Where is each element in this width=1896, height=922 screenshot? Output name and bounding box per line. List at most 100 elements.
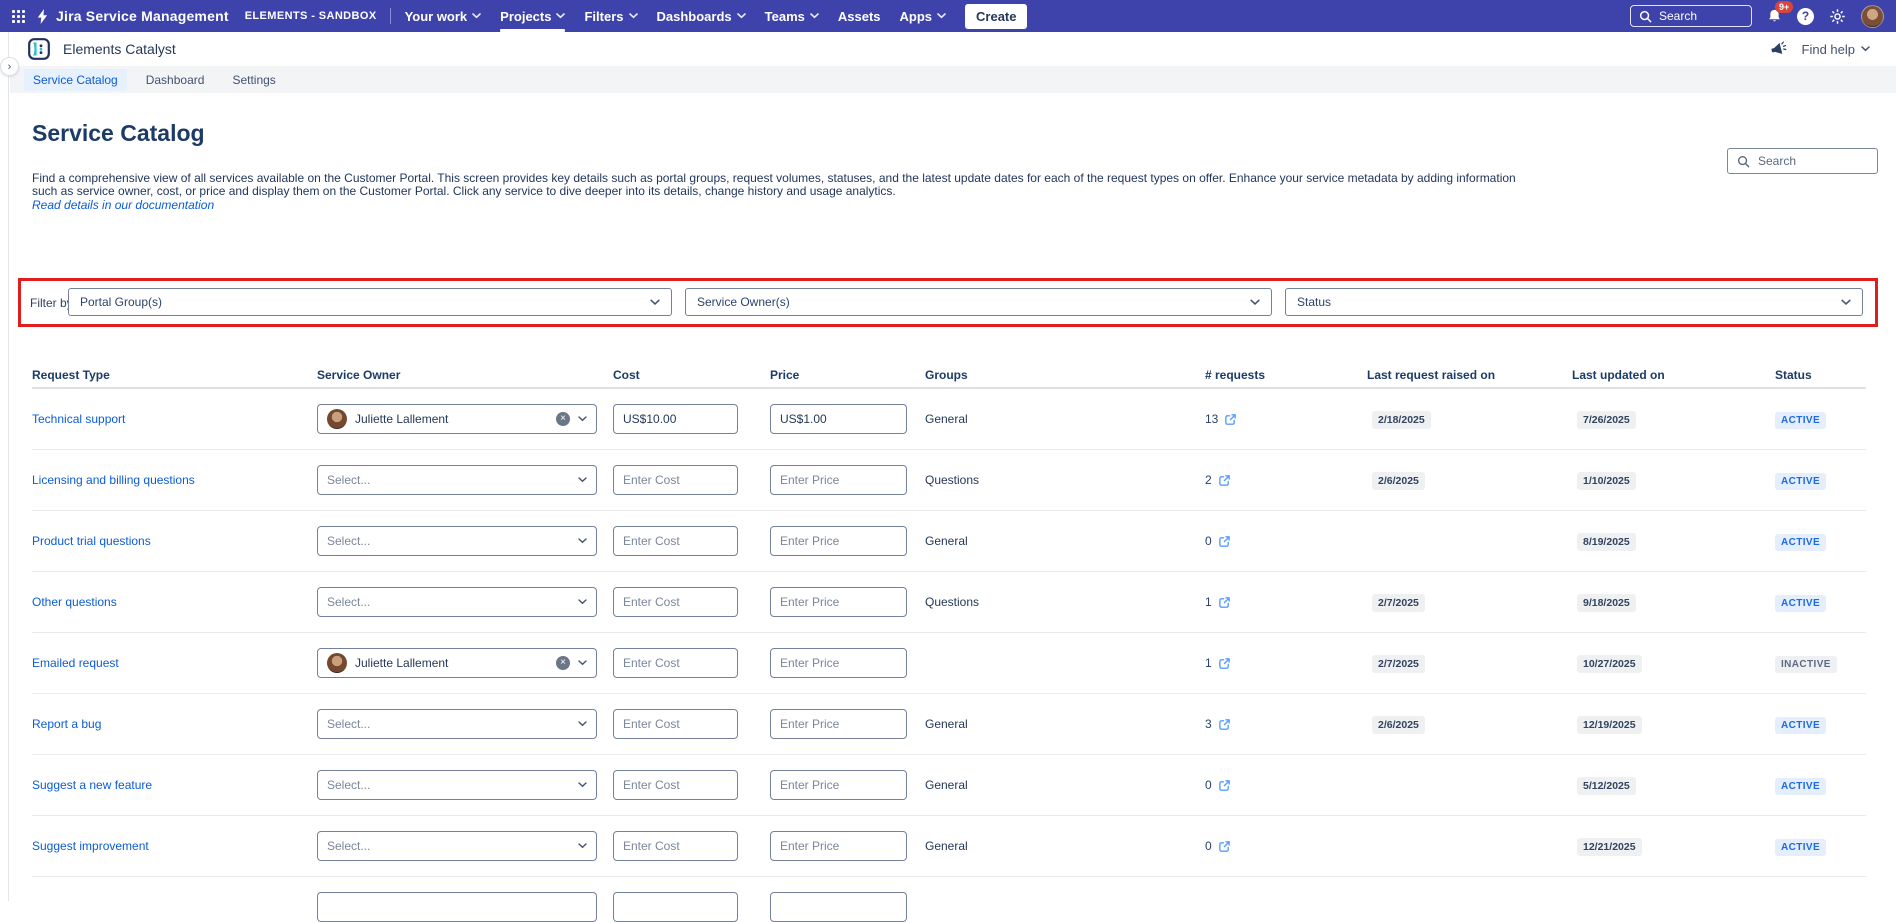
cost-input[interactable]: Enter Cost [613, 709, 738, 739]
global-search-input[interactable]: Search [1630, 5, 1752, 27]
nav-item-assets[interactable]: Assets [838, 0, 881, 32]
cost-input[interactable]: Enter Cost [613, 526, 738, 556]
requests-count: 13 [1205, 412, 1219, 426]
price-input[interactable]: Enter Price [770, 770, 907, 800]
external-link-icon[interactable] [1218, 840, 1231, 853]
app-switcher-icon[interactable] [12, 9, 25, 23]
tab-settings[interactable]: Settings [223, 69, 284, 91]
notifications-button[interactable]: 9+ [1767, 1, 1794, 24]
external-link-icon[interactable] [1218, 535, 1231, 548]
cost-input[interactable]: Enter Cost [613, 648, 738, 678]
requests-count: 1 [1205, 656, 1212, 670]
catalog-search-placeholder: Search [1758, 154, 1797, 168]
status-filter-select[interactable]: Status [1285, 288, 1863, 316]
nav-item-label: Projects [500, 8, 552, 24]
request-type-link[interactable]: Other questions [32, 595, 117, 609]
chevron-down-icon [578, 599, 587, 605]
create-button[interactable]: Create [965, 3, 1028, 29]
external-link-icon[interactable] [1218, 779, 1231, 792]
request-type-link[interactable]: Product trial questions [32, 534, 151, 548]
service-owner-select[interactable]: Select... [317, 709, 597, 739]
column-header: Groups [925, 368, 968, 382]
service-owner-select[interactable]: Select... [317, 770, 597, 800]
nav-item-apps[interactable]: Apps [900, 0, 947, 32]
nav-item-label: Filters [584, 8, 624, 24]
last-request-date: 2/6/2025 [1372, 471, 1425, 490]
portal-groups-filter-select[interactable]: Portal Group(s) [68, 288, 672, 316]
service-owner-select[interactable]: Select... [317, 526, 597, 556]
documentation-link[interactable]: Read details in our documentation [32, 198, 214, 212]
elements-catalyst-logo-icon [28, 38, 50, 60]
expand-sidebar-button[interactable]: › [0, 57, 19, 76]
request-type-link[interactable]: Technical support [32, 412, 125, 426]
column-header: Service Owner [317, 368, 401, 382]
external-link-icon[interactable] [1218, 657, 1231, 670]
price-input[interactable]: Enter Price [770, 526, 907, 556]
status-badge: ACTIVE [1775, 472, 1827, 490]
nav-item-label: Teams [764, 8, 805, 24]
nav-item-label: Assets [837, 8, 881, 24]
cost-input[interactable]: Enter Cost [613, 587, 738, 617]
service-owner-select[interactable] [317, 892, 597, 922]
service-owner-select[interactable]: Select... [317, 587, 597, 617]
notification-badge: 9+ [1775, 1, 1794, 13]
cost-input[interactable]: Enter Cost [613, 770, 738, 800]
clear-icon[interactable]: × [556, 656, 570, 670]
nav-item-label: Dashboards [656, 8, 732, 24]
nav-item-teams[interactable]: Teams [765, 0, 819, 32]
cost-input[interactable]: Enter Cost [613, 465, 738, 495]
column-header: Last updated on [1572, 368, 1665, 382]
request-type-link[interactable]: Report a bug [32, 717, 101, 731]
external-link-icon[interactable] [1218, 718, 1231, 731]
groups-cell: Questions [925, 473, 980, 487]
price-input[interactable]: US$1.00 [770, 404, 907, 434]
external-link-icon[interactable] [1218, 596, 1231, 609]
service-owner-select[interactable]: Select... [317, 465, 597, 495]
column-header: Price [770, 368, 800, 382]
last-request-date: 2/7/2025 [1372, 593, 1425, 612]
table-row: Technical support Juliette Lallement × U… [32, 389, 1866, 450]
nav-item-label: Your work [404, 8, 468, 24]
jira-logo-icon [35, 8, 50, 25]
cost-input[interactable] [613, 892, 738, 922]
owner-avatar [327, 409, 347, 429]
catalog-search-input[interactable]: Search [1727, 148, 1878, 174]
description-line-1: Find a comprehensive view of all service… [32, 171, 1516, 185]
cost-input[interactable]: US$10.00 [613, 404, 738, 434]
gear-icon[interactable] [1829, 8, 1846, 25]
user-avatar[interactable] [1861, 4, 1884, 28]
owner-name: Select... [327, 534, 371, 548]
help-icon[interactable]: ? [1797, 7, 1814, 25]
external-link-icon[interactable] [1218, 474, 1231, 487]
tab-service-catalog[interactable]: Service Catalog [24, 68, 127, 91]
megaphone-icon[interactable] [1770, 41, 1788, 57]
cost-input[interactable]: Enter Cost [613, 831, 738, 861]
chevron-down-icon [1841, 299, 1851, 306]
request-type-link[interactable]: Suggest a new feature [32, 778, 152, 792]
price-input[interactable] [770, 892, 907, 922]
price-input[interactable]: Enter Price [770, 648, 907, 678]
service-owner-select[interactable]: Juliette Lallement × [317, 404, 597, 434]
owner-name: Select... [327, 839, 371, 853]
last-request-date: 2/18/2025 [1372, 410, 1431, 429]
service-owner-select[interactable]: Juliette Lallement × [317, 648, 597, 678]
nav-item-dashboards[interactable]: Dashboards [657, 0, 746, 32]
nav-item-your-work[interactable]: Your work [405, 0, 482, 32]
price-input[interactable]: Enter Price [770, 831, 907, 861]
price-input[interactable]: Enter Price [770, 709, 907, 739]
price-input[interactable]: Enter Price [770, 465, 907, 495]
nav-item-projects[interactable]: Projects [500, 0, 566, 32]
request-type-link[interactable]: Licensing and billing questions [32, 473, 195, 487]
service-owners-filter-select[interactable]: Service Owner(s) [685, 288, 1272, 316]
product-name[interactable]: Jira Service Management [56, 8, 229, 24]
external-link-icon[interactable] [1224, 413, 1237, 426]
service-owner-select[interactable]: Select... [317, 831, 597, 861]
price-input[interactable]: Enter Price [770, 587, 907, 617]
find-help-menu[interactable]: Find help [1802, 42, 1870, 57]
clear-icon[interactable]: × [556, 412, 570, 426]
owner-name: Select... [327, 473, 371, 487]
nav-item-filters[interactable]: Filters [584, 0, 638, 32]
request-type-link[interactable]: Emailed request [32, 656, 119, 670]
request-type-link[interactable]: Suggest improvement [32, 839, 149, 853]
tab-dashboard[interactable]: Dashboard [137, 69, 214, 91]
